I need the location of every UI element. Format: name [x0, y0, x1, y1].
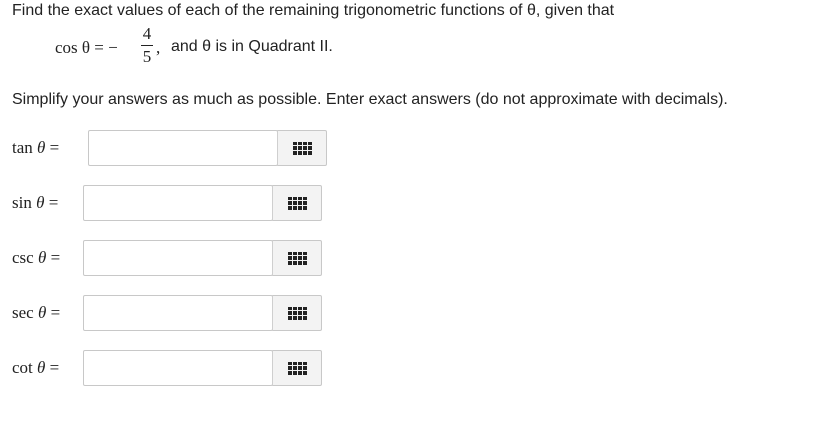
instructions-text: Simplify your answers as much as possibl… — [12, 91, 728, 108]
theta-symbol: θ — [37, 358, 46, 377]
equals-sign: = — [49, 358, 60, 377]
tan-keypad-button[interactable] — [277, 130, 327, 166]
cot-keypad-button[interactable] — [272, 350, 322, 386]
given-lhs: cos θ = − — [55, 38, 118, 57]
intro-text: Find the exact values of each of the rem… — [12, 2, 615, 19]
instructions: Simplify your answers as much as possibl… — [12, 91, 728, 109]
func-name: sec — [12, 303, 34, 322]
equals-sign: = — [49, 138, 60, 157]
tan-answer-input[interactable] — [88, 130, 278, 166]
csc-answer-input[interactable] — [83, 240, 273, 276]
equals-sign: = — [50, 303, 61, 322]
func-name: cot — [12, 358, 33, 377]
sin-keypad-button[interactable] — [272, 185, 322, 221]
sec-answer-input[interactable] — [83, 295, 273, 331]
theta-symbol: θ — [36, 193, 45, 212]
cot-answer-input[interactable] — [83, 350, 273, 386]
sin-answer-input[interactable] — [83, 185, 273, 221]
func-name: csc — [12, 248, 34, 267]
theta-symbol: θ — [37, 138, 46, 157]
question-intro: Find the exact values of each of the rem… — [12, 2, 614, 20]
keypad-grid-icon — [287, 306, 307, 320]
keypad-grid-icon — [287, 196, 307, 210]
answer-label-tan: tan θ = — [12, 138, 59, 158]
func-name: sin — [12, 193, 32, 212]
keypad-grid-icon — [287, 251, 307, 265]
equals-sign: = — [50, 248, 61, 267]
func-name: tan — [12, 138, 33, 157]
theta-symbol: θ — [37, 248, 47, 267]
theta-symbol: θ — [37, 303, 47, 322]
answer-label-sin: sin θ = — [12, 193, 58, 213]
given-comma: , — [156, 38, 161, 57]
fraction-denominator: 5 — [142, 47, 152, 66]
fraction-bar — [141, 45, 153, 46]
keypad-grid-icon — [292, 141, 312, 155]
equals-sign: = — [48, 193, 59, 212]
keypad-grid-icon — [287, 361, 307, 375]
answer-label-sec: sec θ = — [12, 303, 60, 323]
answer-label-csc: csc θ = — [12, 248, 60, 268]
fraction-numerator: 4 — [142, 24, 152, 43]
answer-label-cot: cot θ = — [12, 358, 59, 378]
given-rest: and θ is in Quadrant II. — [171, 38, 333, 55]
given-fraction: 4 5 — [141, 24, 153, 67]
sec-keypad-button[interactable] — [272, 295, 322, 331]
csc-keypad-button[interactable] — [272, 240, 322, 276]
